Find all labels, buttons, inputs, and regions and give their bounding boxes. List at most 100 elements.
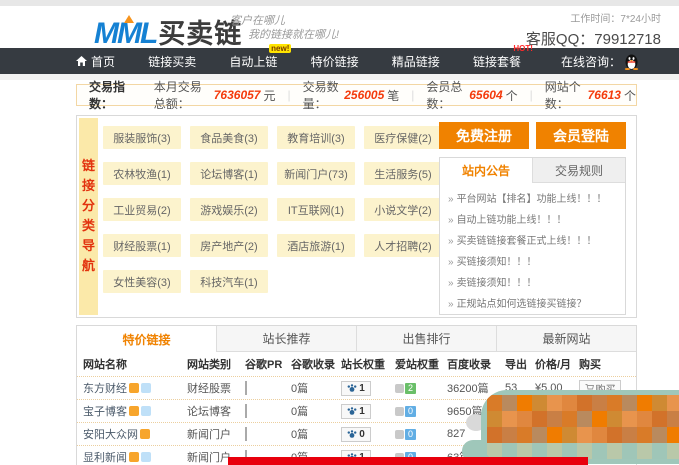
service-qq: 客服QQ：79912718: [526, 28, 661, 49]
stat-item: 网站个数：76613个: [545, 78, 636, 112]
nav-item-6[interactable]: 链接套餐HOT!: [473, 53, 521, 70]
nav-item-2[interactable]: 链接买卖: [148, 53, 196, 70]
aizhan-icon: [395, 384, 404, 393]
google-included: 0篇: [291, 406, 308, 418]
baidu-included: 36200篇: [447, 383, 489, 395]
listing-tab-2[interactable]: 站长推荐: [216, 326, 356, 352]
google-included: 0篇: [291, 383, 308, 395]
category-link[interactable]: 论坛博客(1): [190, 162, 268, 185]
site-badge-blue-icon: [141, 383, 151, 393]
google-pr-bar: [245, 427, 247, 441]
column-header: 谷歌PR: [245, 356, 291, 372]
site-badge-orange-icon: [129, 406, 139, 416]
chinaz-weight-badge: 0: [341, 427, 371, 442]
category-link[interactable]: 教育培训(3): [277, 126, 355, 149]
announcement-link[interactable]: »平台网站【排名】功能上线！！！: [448, 189, 617, 210]
announcement-link[interactable]: »买卖链链接套餐正式上线！！！: [448, 231, 617, 252]
category-link[interactable]: 新闻门户(73): [277, 162, 355, 185]
site-category: 新闻门户: [187, 452, 231, 464]
category-link[interactable]: 食品美食(3): [190, 126, 268, 149]
paw-icon: [347, 383, 357, 393]
site-logo[interactable]: MML 买卖链: [94, 12, 242, 51]
notice-box: 站内公告交易规则 »平台网站【排名】功能上线！！！»自动上链功能上线！！！»买卖…: [439, 157, 626, 315]
announcement-link[interactable]: »自动上链功能上线！！！: [448, 210, 617, 231]
trade-stats-bar: 交易指数： 本月交易总额：7636057元|交易数量：256005笔|会员总数：…: [76, 84, 637, 106]
column-header: 爱站权重: [395, 356, 447, 372]
category-grid: 服装服饰(3) 食品美食(3) 教育培训(3) 医疗保健(2) 农林牧渔(1) 论坛博客(…: [103, 126, 443, 293]
main-content-box: 链接分类导航 服装服饰(3)食品美食(3)教育培训(3)医疗保健(2)农林牧渔(…: [76, 115, 637, 318]
double-arrow-icon: »: [448, 194, 454, 205]
column-header: 价格/月: [535, 356, 579, 372]
category-link[interactable]: 农林牧渔(1): [103, 162, 181, 185]
nav-online-consult[interactable]: 在线咨询：: [561, 53, 639, 70]
category-link[interactable]: 服装服饰(3): [103, 126, 181, 149]
google-pr-bar: [245, 381, 247, 395]
stat-item: 会员总数：65604个: [426, 78, 517, 112]
category-link[interactable]: 房产地产(2): [190, 234, 268, 257]
category-link[interactable]: 生活服务(5): [364, 162, 442, 185]
chinaz-weight-badge: 1: [341, 381, 371, 396]
paw-icon: [347, 406, 357, 416]
category-link[interactable]: 科技汽车(1): [190, 270, 268, 293]
home-icon: [76, 56, 87, 67]
column-header: 网站类别: [187, 356, 245, 372]
nav-item-4[interactable]: 特价链接: [311, 53, 359, 70]
category-link[interactable]: 财经股票(1): [103, 234, 181, 257]
work-time: 工作时间：7*24小时: [526, 10, 661, 25]
qq-penguin-icon: [624, 53, 639, 70]
register-button[interactable]: 免费注册: [439, 122, 529, 149]
slogan: 客户在哪儿 我的链接就在哪儿!: [230, 14, 339, 42]
listing-tab-1[interactable]: 特价链接: [77, 326, 216, 352]
site-name-link[interactable]: 安阳大众网: [83, 426, 187, 442]
nav-item-5[interactable]: 精品链接: [392, 53, 440, 70]
nav-badge: HOT!: [511, 44, 535, 53]
chinaz-weight-badge: 1: [341, 404, 371, 419]
listing-tab-3[interactable]: 出售排行: [356, 326, 496, 352]
paw-icon: [347, 429, 357, 439]
site-category: 新闻门户: [187, 429, 231, 441]
double-arrow-icon: »: [448, 215, 454, 226]
site-badge-blue-icon: [141, 452, 151, 462]
aizhan-icon: [395, 430, 404, 439]
category-link[interactable]: 小说文学(2): [364, 198, 442, 221]
category-link[interactable]: 人才招聘(2): [364, 234, 442, 257]
login-button[interactable]: 会员登陆: [536, 122, 626, 149]
category-link[interactable]: 医疗保健(2): [364, 126, 442, 149]
site-badge-orange-icon: [129, 452, 139, 462]
notice-tab-2[interactable]: 交易规则: [532, 158, 625, 183]
notice-tab-1[interactable]: 站内公告: [440, 158, 532, 183]
table-header: 网站名称网站类别谷歌PR谷歌收录站长权重爱站权重百度收录导出价格/月购买: [77, 352, 636, 376]
site-category: 论坛博客: [187, 406, 231, 418]
red-redaction-bar: [228, 457, 588, 465]
column-header: 网站名称: [83, 356, 187, 372]
category-link[interactable]: IT互联网(1): [277, 198, 355, 221]
nav-item-1[interactable]: 首页: [76, 53, 115, 70]
announcement-link[interactable]: »正规站点如何选链接买链接？: [448, 294, 617, 315]
google-pr-bar: [245, 404, 247, 418]
stat-separator: |: [287, 88, 290, 102]
listing-tab-4[interactable]: 最新网站: [496, 326, 636, 352]
double-arrow-icon: »: [448, 278, 454, 289]
header-contact: 工作时间：7*24小时 客服QQ：79912718: [526, 10, 661, 49]
double-arrow-icon: »: [448, 236, 454, 247]
category-link[interactable]: 女性美容(3): [103, 270, 181, 293]
category-link[interactable]: 酒店旅游(1): [277, 234, 355, 257]
nav-badge: new!: [269, 44, 291, 53]
censored-region: [481, 390, 679, 464]
stat-separator: |: [530, 88, 533, 102]
stat-separator: |: [411, 88, 414, 102]
site-name-link[interactable]: 显利新闻: [83, 449, 187, 465]
site-category: 财经股票: [187, 383, 231, 395]
announcement-link[interactable]: »卖链接须知！！！: [448, 273, 617, 294]
stat-item: 本月交易总额：7636057元: [154, 78, 276, 112]
site-badge-orange-icon: [129, 383, 139, 393]
column-header: 谷歌收录: [291, 356, 341, 372]
nav-item-3[interactable]: 自动上链new!: [229, 53, 277, 70]
site-header: MML 买卖链 客户在哪儿 我的链接就在哪儿! 工作时间：7*24小时 客服QQ…: [0, 6, 679, 48]
category-link[interactable]: 工业贸易(2): [103, 198, 181, 221]
site-name-link[interactable]: 宝子博客: [83, 403, 187, 419]
announcement-link[interactable]: »买链接须知！！！: [448, 252, 617, 273]
site-name-link[interactable]: 东方财经: [83, 380, 187, 396]
column-header: 百度收录: [447, 356, 505, 372]
category-link[interactable]: 游戏娱乐(2): [190, 198, 268, 221]
